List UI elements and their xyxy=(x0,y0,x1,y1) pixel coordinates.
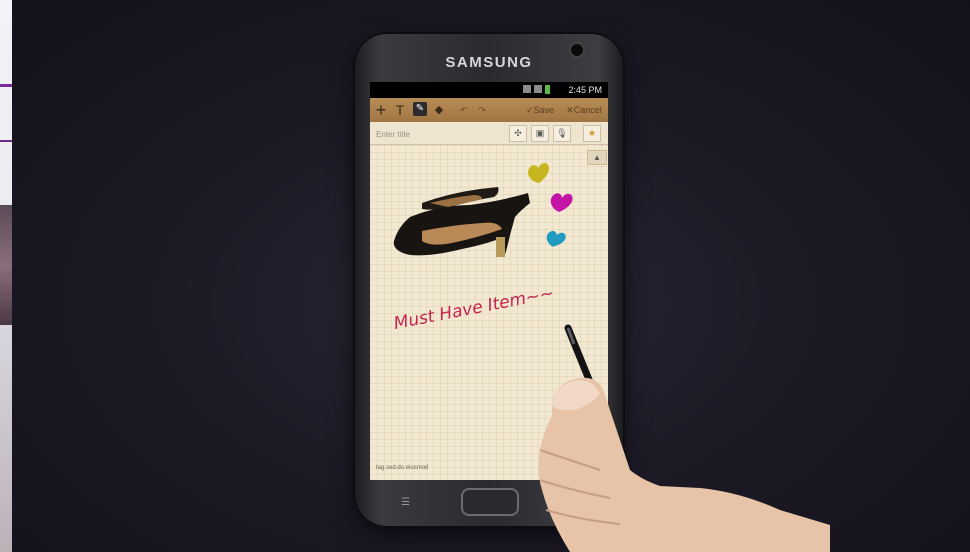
microphone-icon[interactable]: 🎙 xyxy=(553,125,571,142)
menu-icon[interactable]: ☰ xyxy=(401,498,415,508)
shoe-image xyxy=(393,187,530,257)
eraser-icon[interactable]: ◆ xyxy=(433,100,445,120)
move-icon[interactable]: ✣ xyxy=(509,125,527,142)
add-icon[interactable]: + xyxy=(374,100,388,120)
undo-icon[interactable]: ↶ xyxy=(458,100,470,120)
insert-image-icon[interactable]: ▣ xyxy=(531,125,549,142)
signal-icon xyxy=(523,85,531,93)
purple-band xyxy=(0,140,12,142)
status-icons xyxy=(523,85,550,94)
battery-icon xyxy=(545,85,550,94)
title-row: ✣ ▣ 🎙 ★ xyxy=(370,122,608,145)
save-button[interactable]: ✓Save xyxy=(520,100,560,120)
clock: 2:45 PM xyxy=(568,85,602,95)
front-camera xyxy=(571,44,583,56)
status-bar: 2:45 PM xyxy=(370,82,608,98)
heart-yellow xyxy=(528,162,549,183)
cancel-button[interactable]: ✕Cancel xyxy=(562,100,606,120)
background-video-strip xyxy=(0,0,12,552)
brand-logo: SAMSUNG xyxy=(445,54,533,71)
redo-icon[interactable]: ↷ xyxy=(476,100,488,120)
purple-band xyxy=(0,84,12,87)
heart-blue xyxy=(546,230,566,247)
hand-with-stylus xyxy=(538,324,830,552)
text-mode-icon[interactable]: T xyxy=(393,100,407,120)
title-input[interactable] xyxy=(374,125,498,143)
memo-toolbar: + T ✎ ◆ ↶ ↷ ✓Save ✕Cancel xyxy=(370,98,608,122)
heart-magenta xyxy=(550,193,573,212)
tag-label: tag.sed.do.eiusmod xyxy=(376,465,429,471)
network-icon xyxy=(534,85,542,93)
background-photo xyxy=(0,205,12,325)
pen-icon[interactable]: ✎ xyxy=(413,102,427,116)
favorite-star-icon[interactable]: ★ xyxy=(583,125,601,142)
home-button[interactable] xyxy=(461,488,519,516)
